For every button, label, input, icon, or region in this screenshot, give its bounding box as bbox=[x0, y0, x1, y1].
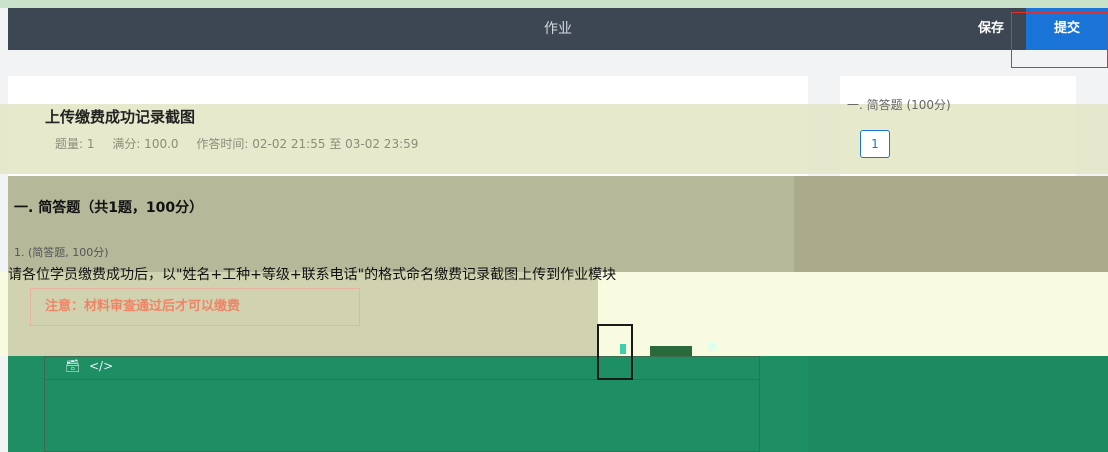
question-meta: 1. (简答题, 100分) bbox=[14, 246, 109, 259]
full-score: 满分: 100.0 bbox=[112, 137, 179, 151]
assignment-title: 上传缴费成功记录截图 bbox=[45, 108, 196, 126]
notice-text: 注意：材料审查通过后才可以缴费 bbox=[45, 299, 241, 314]
top-bar: 作业 保存 提交 bbox=[8, 8, 1108, 50]
code-icon[interactable]: </> bbox=[89, 359, 113, 373]
section-title: 一. 简答题（共1题，100分） bbox=[14, 200, 204, 216]
top-strip bbox=[0, 0, 1108, 8]
question-count: 题量: 1 bbox=[55, 137, 95, 151]
briefcase-icon[interactable]: 🗃 bbox=[65, 359, 80, 373]
cursor-frame bbox=[597, 324, 633, 380]
question-text: 请各位学员缴费成功后，以"姓名+工种+等级+联系电话"的格式命名缴费记录截图上传… bbox=[8, 267, 617, 283]
answer-editor[interactable]: 🗃 </> bbox=[44, 356, 760, 452]
overlay-band bbox=[8, 176, 1108, 272]
answer-sheet-item-1[interactable]: 1 bbox=[860, 130, 890, 158]
assignment-meta: 题量: 1 满分: 100.0 作答时间: 02-02 21:55 至 03-0… bbox=[55, 135, 432, 152]
page-title: 作业 bbox=[544, 21, 572, 37]
image-icon[interactable]: ▣ bbox=[707, 339, 718, 353]
answer-time: 作答时间: 02-02 21:55 至 03-02 23:59 bbox=[196, 137, 419, 151]
glitch-artifact bbox=[650, 346, 692, 356]
editor-toolbar: 🗃 </> bbox=[45, 357, 759, 380]
submit-highlight-outline bbox=[1011, 12, 1108, 68]
answer-sheet-title: 一. 简答题 (100分) bbox=[847, 98, 951, 112]
